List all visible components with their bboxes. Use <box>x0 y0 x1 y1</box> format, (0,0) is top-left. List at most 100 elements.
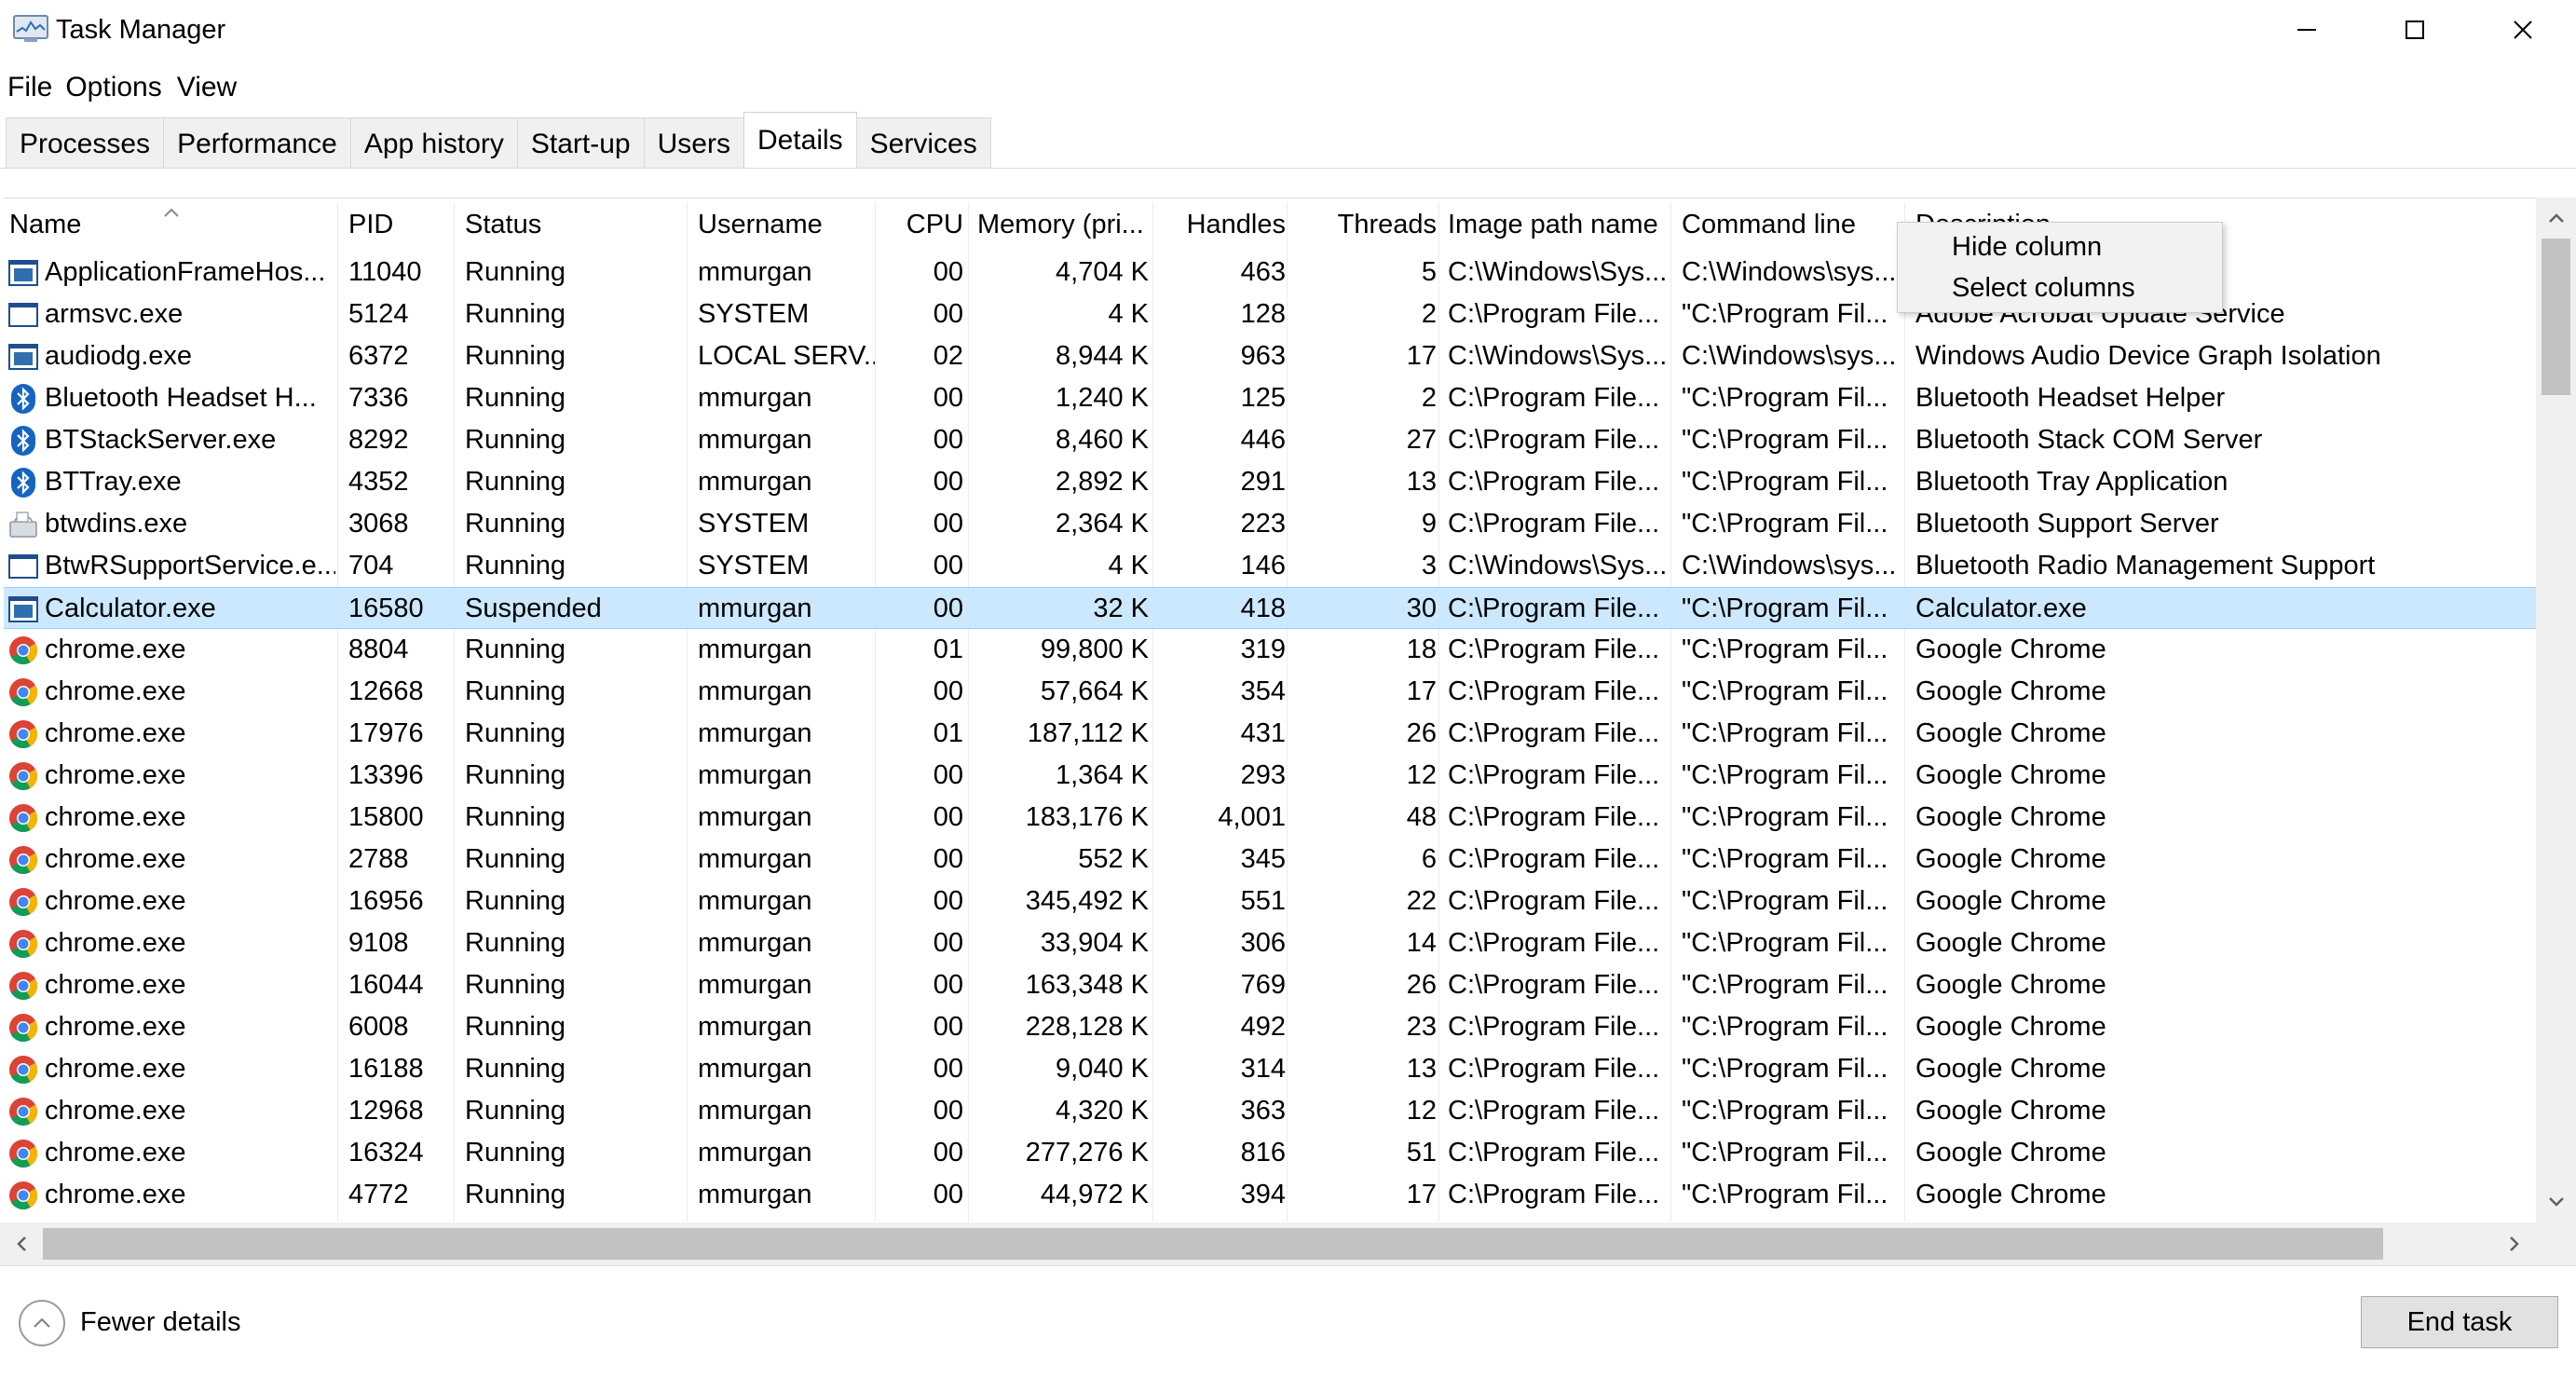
cell-pid: 6008 <box>348 1012 409 1042</box>
chrome-icon <box>9 1098 38 1126</box>
cell-username: SYSTEM <box>698 509 810 539</box>
table-row[interactable]: chrome.exe 16324 Running mmurgan 00 277,276 K… <box>4 1132 2536 1174</box>
chrome-icon <box>9 1014 38 1043</box>
close-icon <box>2514 20 2532 39</box>
cell-command-line: "C:\Program Fil... <box>1682 1180 1888 1209</box>
column-header-username[interactable]: Username <box>692 198 879 252</box>
process-name: chrome.exe <box>45 635 186 664</box>
bluetooth-icon <box>11 384 35 414</box>
cell-username: mmurgan <box>698 970 812 1000</box>
cell-cpu: 00 <box>933 1138 963 1167</box>
menu-item-hide-column[interactable]: Hide column <box>1952 226 2102 267</box>
table-row[interactable]: chrome.exe 17976 Running mmurgan 01 187,112 K… <box>4 713 2536 755</box>
column-header-threads[interactable]: Threads <box>1291 198 1442 252</box>
tab-processes[interactable]: Processes <box>6 117 165 168</box>
fewer-details-toggle[interactable] <box>19 1300 65 1346</box>
column-header-handles[interactable]: Handles <box>1157 198 1291 252</box>
table-row[interactable]: chrome.exe 15800 Running mmurgan 00 183,176 K… <box>4 797 2536 839</box>
end-task-button[interactable]: End task <box>2361 1296 2558 1348</box>
cell-description: Google Chrome <box>1915 928 2106 958</box>
table-row[interactable]: BTStackServer.exe 8292 Running mmurgan 00 8,4… <box>4 419 2536 461</box>
table-row[interactable]: BTTray.exe 4352 Running mmurgan 00 2,892 K 291… <box>4 461 2536 503</box>
minimize-button[interactable] <box>2253 0 2361 60</box>
cell-username: mmurgan <box>698 467 812 497</box>
cell-command-line: "C:\Program Fil... <box>1682 425 1888 455</box>
table-row[interactable]: chrome.exe 2788 Running mmurgan 00 552 K 345 6 C… <box>4 839 2536 881</box>
table-row[interactable]: Calculator.exe 16580 Suspended mmurgan 00 32 … <box>4 587 2536 629</box>
cell-name: chrome.exe <box>4 1006 335 1048</box>
cell-command-line: "C:\Program Fil... <box>1682 1138 1888 1167</box>
tab-details[interactable]: Details <box>743 112 857 168</box>
tab-users[interactable]: Users <box>643 117 744 168</box>
cell-image-path: C:\Program File... <box>1448 676 1660 706</box>
table-row[interactable]: chrome.exe 16044 Running mmurgan 00 163,348 K… <box>4 964 2536 1006</box>
table-row[interactable]: audiodg.exe 6372 Running LOCAL SERV... 02 8,9… <box>4 335 2536 377</box>
cell-status: Running <box>465 467 566 497</box>
table-row[interactable]: chrome.exe 13396 Running mmurgan 00 1,364 K 29… <box>4 755 2536 797</box>
process-name: armsvc.exe <box>45 299 184 329</box>
table-row[interactable]: Bluetooth Headset H... 7336 Running mmurgan… <box>4 377 2536 419</box>
column-header-memory[interactable]: Memory (pri... <box>972 198 1154 252</box>
menu-item-select-columns[interactable]: Select columns <box>1952 267 2135 308</box>
process-name: chrome.exe <box>45 1096 186 1126</box>
menu-view[interactable]: View <box>170 65 244 110</box>
cell-name: ApplicationFrameHos... <box>4 252 335 294</box>
tab-start-up[interactable]: Start-up <box>516 117 645 168</box>
maximize-button[interactable] <box>2361 0 2469 60</box>
cell-cpu: 01 <box>933 718 963 748</box>
table-row[interactable]: chrome.exe 12968 Running mmurgan 00 4,320 K 36… <box>4 1090 2536 1132</box>
cell-pid: 11040 <box>348 257 422 287</box>
cell-username: mmurgan <box>698 1096 812 1126</box>
table-row[interactable]: chrome.exe 8804 Running mmurgan 01 99,800 K 31… <box>4 629 2536 671</box>
cell-image-path: C:\Program File... <box>1448 509 1660 539</box>
app-window-icon <box>8 260 38 286</box>
cell-name: chrome.exe <box>4 1132 335 1174</box>
tab-services[interactable]: Services <box>855 117 991 168</box>
process-name: Bluetooth Headset H... <box>45 383 317 413</box>
cell-image-path: C:\Program File... <box>1448 1180 1660 1209</box>
cell-username: mmurgan <box>698 635 812 664</box>
cell-handles: 363 <box>1240 1096 1286 1126</box>
column-header-command-line[interactable]: Command line <box>1676 198 1909 252</box>
tab-performance[interactable]: Performance <box>163 117 351 168</box>
table-row[interactable]: chrome.exe 12668 Running mmurgan 00 57,664 K 3… <box>4 671 2536 713</box>
bluetooth-icon <box>11 468 35 498</box>
horizontal-scroll-thumb[interactable] <box>43 1228 2383 1260</box>
cell-cpu: 00 <box>933 551 963 580</box>
vertical-scrollbar[interactable] <box>2536 198 2576 1222</box>
menu-options[interactable]: Options <box>58 65 169 110</box>
close-button[interactable] <box>2469 0 2576 60</box>
cell-name: chrome.exe <box>4 755 335 797</box>
scroll-right-button[interactable] <box>2493 1222 2536 1265</box>
table-row[interactable]: chrome.exe 4772 Running mmurgan 00 44,972 K 39… <box>4 1174 2536 1216</box>
scroll-up-button[interactable] <box>2536 198 2576 239</box>
cell-memory: 99,800 K <box>1040 635 1149 664</box>
vertical-scroll-thumb[interactable] <box>2542 239 2570 395</box>
table-row[interactable]: chrome.exe 16188 Running mmurgan 00 9,040 K 31… <box>4 1048 2536 1090</box>
scroll-left-button[interactable] <box>0 1222 43 1265</box>
cell-pid: 16324 <box>348 1138 424 1167</box>
column-header-image-path[interactable]: Image path name <box>1442 198 1675 252</box>
fewer-details-link[interactable]: Fewer details <box>80 1302 240 1343</box>
scroll-down-button[interactable] <box>2536 1181 2576 1222</box>
column-header-pid[interactable]: PID <box>343 198 455 252</box>
horizontal-scrollbar[interactable] <box>0 1222 2536 1265</box>
table-row[interactable]: BtwRSupportService.e... 704 Running SYSTEM 0… <box>4 545 2536 587</box>
tab-app-history[interactable]: App history <box>349 117 518 168</box>
cell-username: mmurgan <box>698 257 812 287</box>
chrome-icon <box>9 888 38 917</box>
cell-description: Bluetooth Stack COM Server <box>1915 425 2263 455</box>
column-header-status[interactable]: Status <box>459 198 690 252</box>
cell-description: Google Chrome <box>1915 1138 2106 1167</box>
cell-threads: 26 <box>1406 970 1437 1000</box>
table-row[interactable]: chrome.exe 6008 Running mmurgan 00 228,128 K 4… <box>4 1006 2536 1048</box>
menu-file[interactable]: File <box>0 65 58 110</box>
cell-description: Google Chrome <box>1915 1180 2106 1209</box>
table-row[interactable]: chrome.exe 9108 Running mmurgan 00 33,904 K 30… <box>4 922 2536 964</box>
table-row[interactable]: chrome.exe 16956 Running mmurgan 00 345,492 K… <box>4 881 2536 922</box>
cell-status: Running <box>465 551 566 580</box>
cell-threads: 2 <box>1421 383 1437 413</box>
table-row[interactable]: btwdins.exe 3068 Running SYSTEM 00 2,364 K 223… <box>4 503 2536 545</box>
column-header-cpu[interactable]: CPU <box>879 198 969 252</box>
process-name: chrome.exe <box>45 802 186 832</box>
